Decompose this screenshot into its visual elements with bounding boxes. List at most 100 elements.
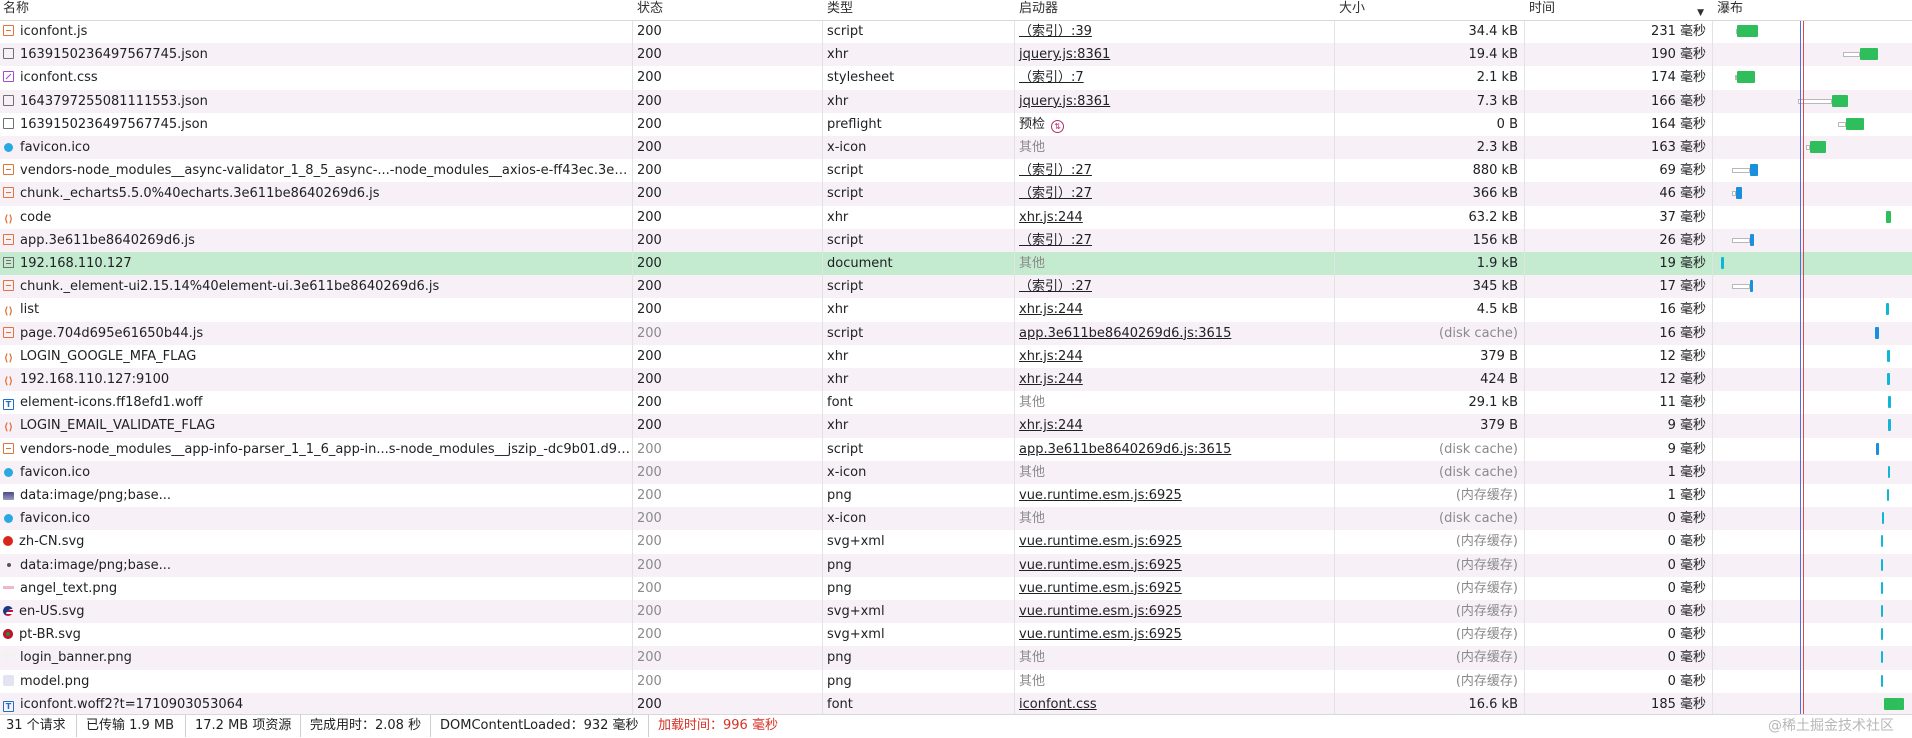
table-row[interactable]: ⟨⟩ list 200 xhr xhr.js:244 4.5 kB 16 毫秒	[0, 298, 1912, 321]
column-divider[interactable]	[1712, 0, 1713, 714]
request-name-cell[interactable]: angel_text.png	[0, 577, 632, 600]
initiator-link[interactable]: （索引）:27	[1019, 233, 1092, 248]
header-time[interactable]: 时间 ▼	[1526, 0, 1712, 20]
request-name-cell[interactable]: ⟨⟩ LOGIN_GOOGLE_MFA_FLAG	[0, 345, 632, 368]
header-name[interactable]: 名称	[0, 0, 632, 20]
table-row[interactable]: favicon.ico 200 x-icon 其他 2.3 kB 163 毫秒	[0, 136, 1912, 160]
table-row[interactable]: ⟨⟩ LOGIN_EMAIL_VALIDATE_FLAG 200 xhr xhr.js:…	[0, 414, 1912, 438]
waterfall-cell[interactable]	[1714, 484, 1912, 507]
waterfall-cell[interactable]	[1714, 66, 1912, 89]
request-name-cell[interactable]: vendors-node_modules__app-info-parser_1_…	[0, 438, 632, 461]
waterfall-cell[interactable]	[1714, 507, 1912, 530]
initiator-link[interactable]: xhr.js:244	[1019, 210, 1083, 225]
column-divider[interactable]	[1334, 0, 1335, 714]
initiator-link[interactable]: jquery.js:8361	[1019, 94, 1110, 109]
request-name-cell[interactable]: page.704d695e61650b44.js	[0, 322, 632, 345]
waterfall-cell[interactable]	[1714, 275, 1912, 298]
table-row[interactable]: model.png 200 png 其他 (内存缓存) 0 毫秒	[0, 670, 1912, 693]
request-initiator-cell[interactable]: （索引）:7	[1016, 66, 1334, 89]
table-row[interactable]: en-US.svg 200 svg+xml vue.runtime.esm.js:69…	[0, 600, 1912, 624]
request-name-cell[interactable]: en-US.svg	[0, 600, 632, 623]
request-initiator-cell[interactable]: jquery.js:8361	[1016, 90, 1334, 113]
request-initiator-cell[interactable]: xhr.js:244	[1016, 345, 1334, 368]
initiator-link[interactable]: xhr.js:244	[1019, 302, 1083, 317]
table-row[interactable]: data:image/png;base... 200 png vue.runtime.…	[0, 484, 1912, 507]
table-row[interactable]: favicon.ico 200 x-icon 其他 (disk cache) 1 毫秒	[0, 460, 1912, 484]
initiator-link[interactable]: jquery.js:8361	[1019, 47, 1110, 62]
initiator-link[interactable]: xhr.js:244	[1019, 372, 1083, 387]
waterfall-cell[interactable]	[1714, 414, 1912, 437]
waterfall-cell[interactable]	[1714, 577, 1912, 600]
waterfall-cell[interactable]	[1714, 368, 1912, 391]
column-divider[interactable]	[1014, 0, 1015, 714]
table-row[interactable]: login_banner.png 200 png 其他 (内存缓存) 0 毫秒	[0, 646, 1912, 670]
request-name-cell[interactable]: favicon.ico	[0, 136, 632, 159]
waterfall-cell[interactable]	[1714, 345, 1912, 368]
waterfall-cell[interactable]	[1714, 554, 1912, 577]
request-initiator-cell[interactable]: xhr.js:244	[1016, 414, 1334, 437]
waterfall-cell[interactable]	[1714, 113, 1912, 136]
table-row[interactable]: iconfont.css 200 stylesheet （索引）:7 2.1 kB 174…	[0, 66, 1912, 89]
header-waterfall[interactable]: 瀑布	[1714, 0, 1912, 20]
table-row[interactable]: ⟨⟩ 192.168.110.127:9100 200 xhr xhr.js:244 42…	[0, 368, 1912, 392]
request-name-cell[interactable]: 192.168.110.127	[0, 252, 632, 275]
request-name-cell[interactable]: login_banner.png	[0, 646, 632, 669]
initiator-link[interactable]: vue.runtime.esm.js:6925	[1019, 488, 1182, 503]
request-name-cell[interactable]: ⟨⟩ LOGIN_EMAIL_VALIDATE_FLAG	[0, 414, 632, 437]
table-row[interactable]: 1643797255081111553.json 200 xhr jquery.js:…	[0, 89, 1912, 113]
waterfall-cell[interactable]	[1714, 298, 1912, 321]
waterfall-cell[interactable]	[1714, 20, 1912, 43]
request-initiator-cell[interactable]: （索引）:27	[1016, 159, 1334, 182]
header-type[interactable]: 类型	[824, 0, 1014, 20]
table-row[interactable]: vendors-node_modules__app-info-parser_1_…	[0, 438, 1912, 461]
table-row[interactable]: data:image/png;base... 200 png vue.runtime.…	[0, 553, 1912, 577]
waterfall-cell[interactable]	[1714, 391, 1912, 414]
request-initiator-cell[interactable]: vue.runtime.esm.js:6925	[1016, 600, 1334, 623]
waterfall-cell[interactable]	[1714, 43, 1912, 66]
request-initiator-cell[interactable]: vue.runtime.esm.js:6925	[1016, 530, 1334, 553]
request-name-cell[interactable]: chunk._echarts5.5.0%40echarts.3e611be864…	[0, 182, 632, 205]
table-row[interactable]: 1639150236497567745.json 200 preflight 预检 ⇅ 0…	[0, 113, 1912, 136]
waterfall-cell[interactable]	[1714, 670, 1912, 693]
table-row[interactable]: 192.168.110.127 200 document 其他 1.9 kB 19 毫秒	[0, 252, 1912, 276]
waterfall-cell[interactable]	[1714, 693, 1912, 714]
table-row[interactable]: ⟨⟩ code 200 xhr xhr.js:244 63.2 kB 37 毫秒	[0, 206, 1912, 229]
header-size[interactable]: 大小	[1336, 0, 1524, 20]
request-initiator-cell[interactable]: iconfont.css	[1016, 693, 1334, 714]
initiator-link[interactable]: vue.runtime.esm.js:6925	[1019, 581, 1182, 596]
table-row[interactable]: favicon.ico 200 x-icon 其他 (disk cache) 0 毫秒	[0, 507, 1912, 531]
request-name-cell[interactable]: iconfont.css	[0, 66, 632, 89]
table-row[interactable]: app.3e611be8640269d6.js 200 script （索引）:27 1…	[0, 228, 1912, 252]
request-initiator-cell[interactable]: （索引）:27	[1016, 182, 1334, 205]
request-initiator-cell[interactable]: app.3e611be8640269d6.js:3615	[1016, 438, 1334, 461]
initiator-link[interactable]: app.3e611be8640269d6.js:3615	[1019, 326, 1231, 341]
request-initiator-cell[interactable]: xhr.js:244	[1016, 368, 1334, 391]
table-row[interactable]: zh-CN.svg 200 svg+xml vue.runtime.esm.js:69…	[0, 530, 1912, 553]
header-status[interactable]: 状态	[634, 0, 822, 20]
initiator-link[interactable]: （索引）:7	[1019, 70, 1084, 85]
request-name-cell[interactable]: ⟨⟩ code	[0, 206, 632, 229]
request-name-cell[interactable]: data:image/png;base...	[0, 484, 632, 507]
initiator-link[interactable]: vue.runtime.esm.js:6925	[1019, 627, 1182, 642]
request-initiator-cell[interactable]: vue.runtime.esm.js:6925	[1016, 554, 1334, 577]
initiator-link[interactable]: app.3e611be8640269d6.js:3615	[1019, 442, 1231, 457]
waterfall-cell[interactable]	[1714, 438, 1912, 461]
request-initiator-cell[interactable]: vue.runtime.esm.js:6925	[1016, 577, 1334, 600]
request-name-cell[interactable]: pt-BR.svg	[0, 623, 632, 646]
initiator-link[interactable]: （索引）:27	[1019, 279, 1092, 294]
initiator-link[interactable]: xhr.js:244	[1019, 349, 1083, 364]
waterfall-cell[interactable]	[1714, 229, 1912, 252]
request-initiator-cell[interactable]: xhr.js:244	[1016, 206, 1334, 229]
table-row[interactable]: iconfont.js 200 script （索引）:39 34.4 kB 231 毫秒	[0, 20, 1912, 43]
request-name-cell[interactable]: data:image/png;base...	[0, 554, 632, 577]
column-divider[interactable]	[632, 0, 633, 714]
request-initiator-cell[interactable]: jquery.js:8361	[1016, 43, 1334, 66]
request-initiator-cell[interactable]: （索引）:39	[1016, 20, 1334, 43]
waterfall-cell[interactable]	[1714, 90, 1912, 113]
waterfall-cell[interactable]	[1714, 182, 1912, 205]
request-initiator-cell[interactable]: xhr.js:244	[1016, 298, 1334, 321]
table-row[interactable]: page.704d695e61650b44.js 200 script app.3e6…	[0, 321, 1912, 345]
waterfall-cell[interactable]	[1714, 461, 1912, 484]
waterfall-cell[interactable]	[1714, 159, 1912, 182]
request-initiator-cell[interactable]: （索引）:27	[1016, 275, 1334, 298]
